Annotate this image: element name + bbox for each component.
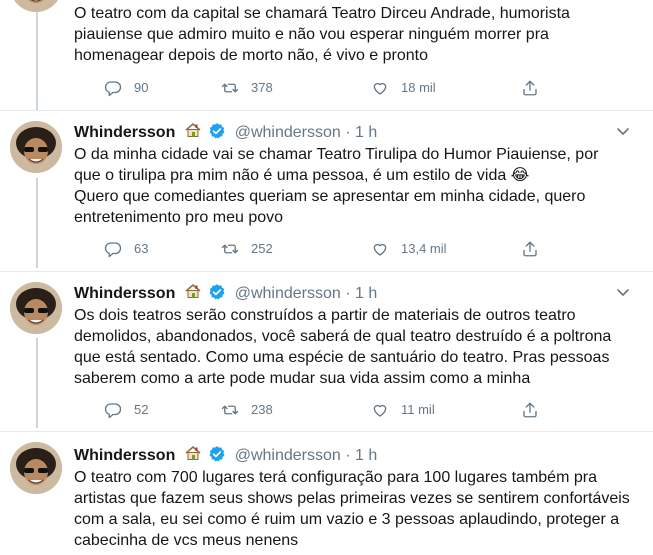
like-icon [373,82,387,95]
like-count: 18 mil [401,80,436,95]
like-count: 11 mil [401,402,435,417]
tweet-text-line: que o tirulipa pra mim não é uma pessoa,… [74,167,530,184]
tweet-timestamp[interactable]: 1 h [355,124,377,141]
user-handle[interactable]: @whindersson [235,124,341,141]
tweet-text-line: cabecinha de vcs meus nenens [74,532,299,549]
retweet-button[interactable]: 252 [221,240,273,258]
tweet[interactable]: Whindersson @whindersson · 1 h O da minh… [0,111,653,272]
tweet-text-line: O teatro com da capital se chamará Teatr… [74,5,570,22]
tweet-text: O da minha cidade vai se chamar Teatro T… [74,144,639,228]
avatar[interactable] [10,442,62,494]
like-count: 13,4 mil [401,241,447,256]
retweet-icon [221,244,239,254]
display-name[interactable]: Whindersson [74,124,175,141]
chevron-down-icon[interactable] [615,284,631,300]
house-emoji-icon [185,446,201,460]
share-icon [523,241,537,257]
house-emoji-icon [185,284,201,298]
like-icon [373,404,387,417]
reply-icon [104,403,122,419]
tweet-text-line: Quero que comediantes queriam se apresen… [74,188,586,205]
share-button[interactable] [521,79,551,97]
share-icon [523,402,537,418]
tweet-text-line: O da minha cidade vai se chamar Teatro T… [74,146,599,163]
tweet-text-line: Os dois teatros serão construídos a part… [74,307,576,324]
reply-count: 52 [134,402,149,417]
reply-button[interactable]: 63 [104,240,148,258]
reply-icon [104,81,122,97]
tweet[interactable]: Whindersson @whindersson · 1 h O teatro … [0,432,653,555]
avatar[interactable] [10,121,62,173]
tweet-text-line: artistas que fazem seus shows pelas prim… [74,490,630,507]
like-button[interactable]: 18 mil [371,79,436,97]
tweet-text: O teatro com 700 lugares terá configuraç… [74,467,639,551]
user-handle[interactable]: @whindersson [235,285,341,302]
reply-count: 90 [134,80,149,95]
reply-count: 63 [134,241,149,256]
reply-icon [104,242,122,258]
tweet-actions: 90 378 18 mil [74,79,594,99]
like-button[interactable]: 11 mil [371,401,435,419]
separator-dot: · [345,285,351,302]
house-emoji-icon [185,123,201,137]
tweet[interactable]: Whindersson @whindersson · 1 h Os dois t… [0,272,653,432]
chevron-down-icon[interactable] [615,123,631,139]
tweet-timestamp[interactable]: 1 h [355,285,377,302]
retweet-button[interactable]: 378 [221,79,273,97]
like-icon [373,243,387,256]
tweet-text: Os dois teatros serão construídos a part… [74,305,639,389]
tweet-text-line: com a sala, eu sei como é ruim um vazio … [74,511,620,528]
tweet-header: Whindersson @whindersson · 1 h [74,282,377,304]
user-handle[interactable]: @whindersson [235,447,341,464]
retweet-button[interactable]: 238 [221,401,273,419]
share-icon [523,80,537,96]
tweet[interactable]: O teatro com da capital se chamará Teatr… [0,0,653,111]
tweet-timestamp[interactable]: 1 h [355,447,377,464]
avatar[interactable] [10,0,62,12]
tweet-text: O teatro com da capital se chamará Teatr… [74,3,639,66]
like-button[interactable]: 13,4 mil [371,240,447,258]
display-name[interactable]: Whindersson [74,447,175,464]
tweet-text-line: demolidos, abandonados, você saberá de q… [74,328,612,345]
retweet-count: 378 [251,80,273,95]
tweet-text-line: entretenimento pro meu povo [74,209,284,226]
reply-button[interactable]: 52 [104,401,148,419]
reply-button[interactable]: 90 [104,79,148,97]
tweet-actions: 63 252 13,4 mil [74,240,594,260]
tweet-text-line: saberem como a arte pode mudar sua vida … [74,370,531,387]
verified-badge-icon [209,446,225,462]
display-name[interactable]: Whindersson [74,285,175,302]
retweet-icon [221,83,239,93]
verified-badge-icon [209,284,225,300]
verified-badge-icon [209,123,225,139]
tweet-text-line: O teatro com 700 lugares terá configuraç… [74,469,597,486]
separator-dot: · [345,447,351,464]
retweet-icon [221,405,239,415]
tweet-text-line: piauiense que admiro muito e não vou esp… [74,26,549,43]
retweet-count: 238 [251,402,273,417]
tweet-header: Whindersson @whindersson · 1 h [74,444,377,466]
share-button[interactable] [521,401,551,419]
share-button[interactable] [521,240,551,258]
tweet-text-line: que está sentado. Como uma espécie de sa… [74,349,610,366]
avatar[interactable] [10,282,62,334]
tweet-actions: 52 238 11 mil [74,401,594,421]
retweet-count: 252 [251,241,273,256]
separator-dot: · [345,124,351,141]
tweet-header: Whindersson @whindersson · 1 h [74,121,377,143]
tweet-text-line: homenagear depois de morto não, é vivo e… [74,47,429,64]
